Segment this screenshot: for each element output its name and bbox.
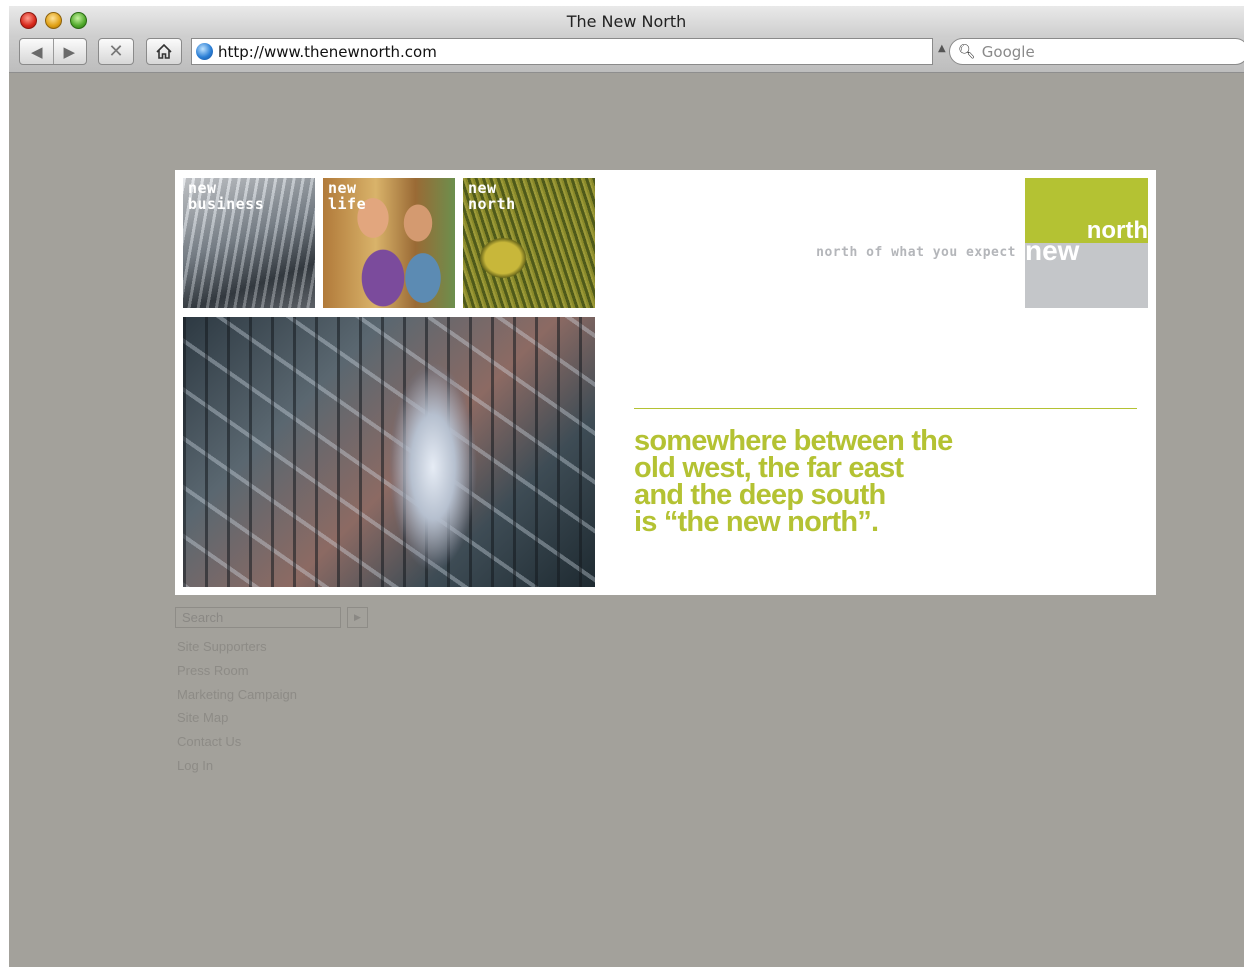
divider-line (634, 408, 1137, 409)
search-input[interactable]: Search (175, 607, 341, 628)
tile-new-north[interactable]: new north (463, 178, 595, 308)
close-icon: ✕ (108, 41, 124, 62)
divider (52, 39, 54, 64)
tile-label: new north (468, 179, 516, 213)
tile-label: new life (328, 179, 367, 213)
window-title: The New North (566, 12, 687, 31)
home-button[interactable] (146, 38, 182, 65)
browser-toolbar: The New North ◀ ▶ ✕ http://www.thenewnor… (9, 6, 1244, 73)
browser-search-field[interactable]: 🔍︎ Google (949, 38, 1244, 65)
tile-new-life[interactable]: new life (323, 178, 455, 308)
tile-new-business[interactable]: new business (183, 178, 315, 308)
magnifier-icon: 🔍︎ (958, 43, 976, 60)
search-placeholder: Google (981, 42, 1035, 61)
link-contact-us[interactable]: Contact Us (177, 734, 297, 758)
link-log-in[interactable]: Log In (177, 758, 297, 782)
back-arrow-icon[interactable]: ◀ (31, 43, 43, 61)
url-text: http://www.thenewnorth.com (218, 42, 437, 61)
globe-icon (196, 43, 213, 60)
forward-arrow-icon[interactable]: ▶ (64, 43, 76, 61)
hero-image-industrial (183, 317, 595, 587)
play-icon: ▶ (354, 612, 361, 623)
home-icon (156, 44, 172, 59)
stop-button[interactable]: ✕ (98, 38, 134, 65)
back-forward-buttons: ◀ ▶ (19, 38, 87, 65)
hero-panel: new business new life new north north of wh… (175, 170, 1156, 595)
new-north-logo[interactable]: north new (1025, 178, 1148, 308)
link-press-room[interactable]: Press Room (177, 663, 297, 687)
browser-window: The New North ◀ ▶ ✕ http://www.thenewnor… (9, 6, 1244, 967)
tile-label: new business (188, 179, 265, 213)
link-site-supporters[interactable]: Site Supporters (177, 639, 297, 663)
site-search: Search ▶ (175, 607, 368, 628)
logo-word-new: new (1025, 235, 1080, 266)
link-marketing-campaign[interactable]: Marketing Campaign (177, 687, 297, 711)
footer-links: Site Supporters Press Room Marketing Cam… (177, 639, 297, 782)
address-bar[interactable]: http://www.thenewnorth.com (191, 38, 933, 65)
snapback-icon[interactable]: ▲ (938, 43, 946, 54)
logo-word-north: north (1086, 217, 1148, 244)
logo-tagline: north of what you expect (816, 245, 1016, 260)
search-go-button[interactable]: ▶ (347, 607, 368, 628)
headline: somewhere between the old west, the far … (634, 425, 953, 538)
link-site-map[interactable]: Site Map (177, 710, 297, 734)
